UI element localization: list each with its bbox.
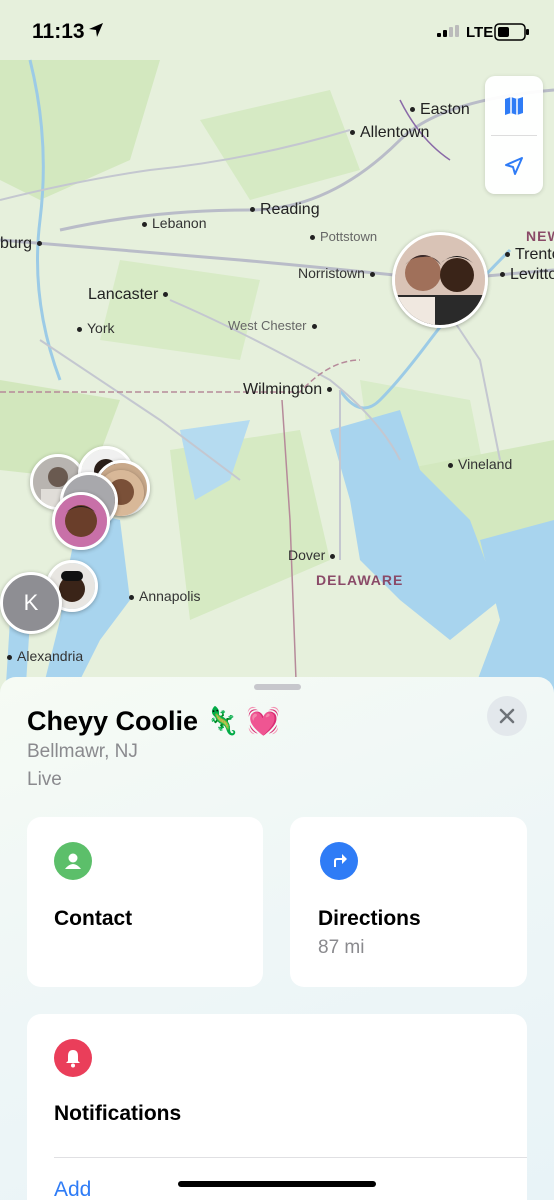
map-label-lebanon: Lebanon [137,215,207,231]
person-detail-sheet: Cheyy Coolie 🦎 💓 Bellmawr, NJ Live Conta… [0,677,554,1200]
status-time: 11:13 [32,20,85,43]
notifications-card: Notifications Add [27,1014,527,1200]
location-status: Live [27,769,62,790]
map-label-wilmington: Wilmington [243,381,337,399]
close-button[interactable] [487,696,527,736]
map-label-harrisburg: burg [0,235,47,253]
notifications-title: Notifications [54,1102,182,1125]
map-label-norristown: Norristown [298,265,380,281]
status-bar: 11:13 LTE [0,0,554,64]
map-view[interactable]: Easton Allentown Lebanon Reading Pottsto… [0,0,554,700]
friend-avatar-initial[interactable]: K [0,572,62,634]
home-indicator[interactable] [178,1181,376,1187]
map-label-annapolis: Annapolis [124,588,201,604]
directions-icon [320,842,358,880]
map-label-york: York [72,320,115,336]
map-label-allentown: Allentown [345,124,429,142]
map-label-alexandria: Alexandria [2,648,83,664]
contact-card[interactable]: Contact [27,817,263,987]
sheet-grabber[interactable] [254,684,301,690]
map-label-easton: Easton [405,101,470,119]
map-label-dover: Dover [288,547,340,563]
current-location-button[interactable] [485,136,543,195]
map-label-reading: Reading [245,201,320,219]
friend-avatar-selected[interactable] [392,232,488,328]
map-label-pottstown: Pottstown [305,229,377,244]
map-label-new-jersey: NEW [526,228,554,244]
directions-card[interactable]: Directions 87 mi [290,817,527,987]
map-label-lancaster: Lancaster [88,286,173,304]
map-label-levittown: Levittow [495,266,554,284]
directions-label: Directions [318,907,421,930]
avatar-initial: K [23,590,39,615]
divider [54,1157,527,1158]
signal-icon [437,25,459,37]
avatar-photo [395,235,485,325]
map-controls [485,76,543,194]
close-icon [499,708,515,724]
friend-avatar[interactable] [52,492,110,550]
bell-icon [54,1039,92,1077]
directions-distance: 87 mi [318,937,365,958]
person-name: Cheyy Coolie 🦎 💓 [27,706,281,736]
map-label-trenton: Trento [500,246,554,264]
map-icon [505,96,523,115]
location-arrow-icon [505,156,523,175]
avatar-photo [55,495,107,547]
map-mode-button[interactable] [485,76,543,135]
map-label-delaware: DELAWARE [316,572,404,588]
location-services-icon [89,23,103,37]
person-location: Bellmawr, NJ [27,741,138,762]
contact-label: Contact [54,907,133,930]
add-notification-button[interactable]: Add [54,1178,91,1200]
network-type: LTE [466,24,494,41]
map-label-west-chester: West Chester [228,318,322,333]
map-label-vineland: Vineland [443,456,512,472]
contact-icon [54,842,92,880]
battery-icon [494,23,529,41]
